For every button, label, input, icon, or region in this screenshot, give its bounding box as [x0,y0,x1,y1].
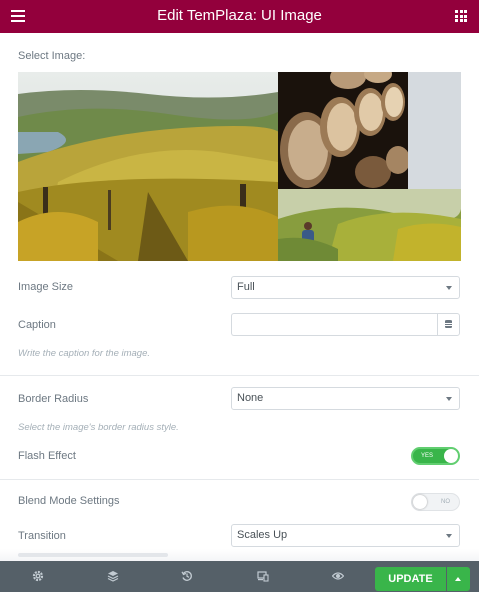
image-size-value: Full [237,281,255,293]
apps-grid-icon[interactable] [455,10,467,22]
empty-image-slot [408,72,461,189]
chevron-down-icon [446,286,452,290]
select-image-label: Select Image: [18,50,86,62]
vineyard-landscape-image [18,72,278,261]
caption-label: Caption [18,319,56,331]
scroll-fade [0,549,479,561]
chevron-down-icon [446,397,452,401]
transition-value: Scales Up [237,529,288,541]
border-radius-value: None [237,392,264,404]
blend-mode-toggle[interactable]: NO [411,493,460,511]
settings-icon[interactable] [32,570,44,582]
grape-picker-image [278,189,461,261]
preview-eye-icon[interactable] [332,570,344,582]
toggle-knob [444,449,458,463]
database-icon [445,320,452,328]
border-radius-help: Select the image's border radius style. [18,422,179,433]
chevron-down-icon [446,534,452,538]
panel-title: Edit TemPlaza: UI Image [157,7,322,24]
border-radius-select[interactable]: None [231,387,460,410]
flash-effect-toggle[interactable]: YES [411,447,460,465]
caption-help: Write the caption for the image. [18,348,151,359]
layers-icon[interactable] [107,570,119,582]
transition-label: Transition [18,530,66,542]
image-size-select[interactable]: Full [231,276,460,299]
dynamic-tags-button[interactable] [437,313,460,336]
transition-select[interactable]: Scales Up [231,524,460,547]
save-options-button[interactable] [447,567,470,591]
editor-header: Edit TemPlaza: UI Image [0,0,479,33]
update-button[interactable]: UPDATE [375,567,446,591]
flash-effect-label: Flash Effect [18,450,76,462]
toggle-state-text: NO [441,499,450,505]
responsive-icon[interactable] [257,570,269,582]
toggle-state-text: YES [421,453,434,459]
blend-mode-label: Blend Mode Settings [18,495,120,507]
wine-barrels-image [278,72,408,189]
image-preview[interactable] [18,72,461,261]
caption-input[interactable] [231,313,437,336]
section-divider [0,375,479,376]
section-divider [0,479,479,480]
history-icon[interactable] [181,570,193,582]
border-radius-label: Border Radius [18,393,89,405]
toggle-knob [413,495,427,509]
image-size-label: Image Size [18,281,74,293]
chevron-up-icon [455,577,461,581]
